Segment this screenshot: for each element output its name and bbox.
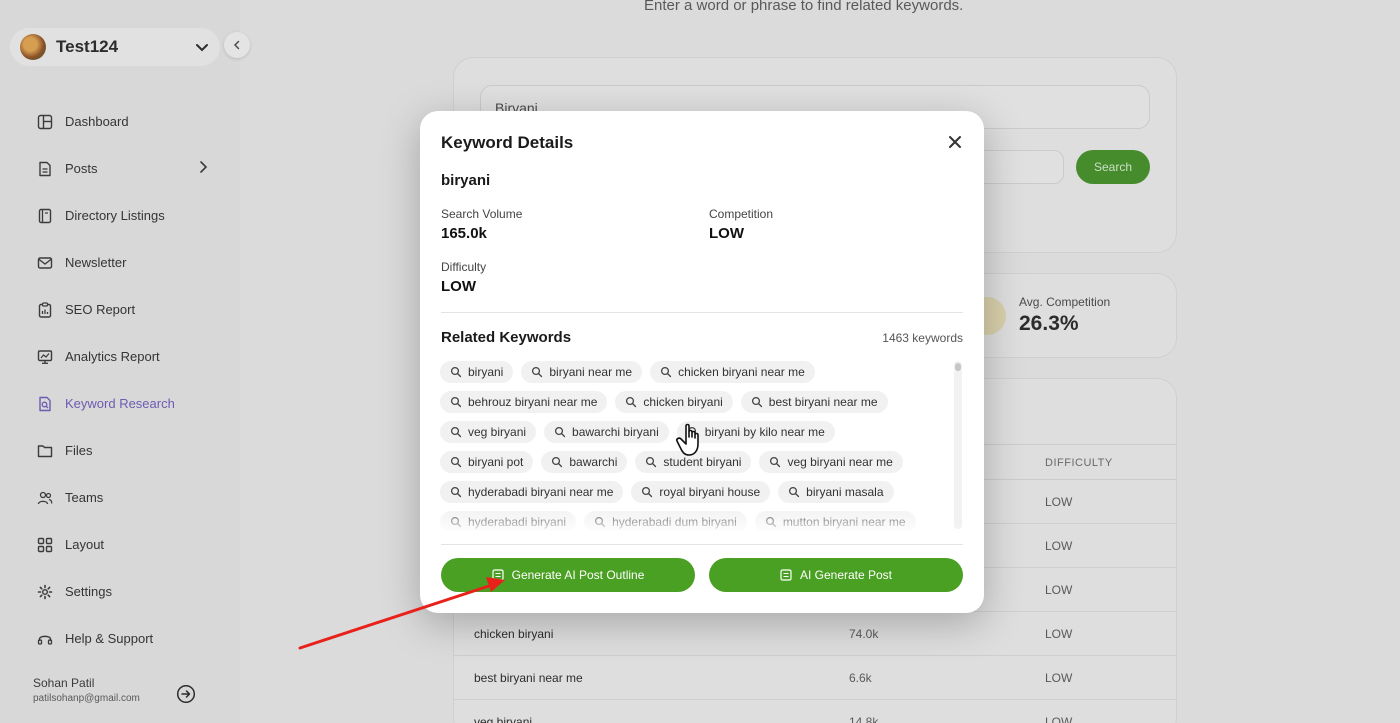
search-icon <box>450 486 462 498</box>
related-keywords-row: biryani biryani near me chicken biryani ne… <box>440 361 950 383</box>
chip-label: biryani pot <box>468 455 524 469</box>
ai-generate-post-button[interactable]: AI Generate Post <box>709 558 963 592</box>
selected-keyword: biryani <box>441 172 491 189</box>
search-volume-label: Search Volume <box>441 207 523 221</box>
divider <box>441 312 963 313</box>
related-keywords-list: biryani biryani near me chicken biryani ne… <box>440 361 950 531</box>
chip-label: biryani near me <box>549 365 633 379</box>
scrollbar-thumb[interactable] <box>955 363 961 371</box>
related-keywords-row: biryani pot bawarchi student biryani veg bi… <box>440 451 950 473</box>
document-icon <box>780 569 792 581</box>
chip-label: bawarchi <box>569 455 618 469</box>
chip-label: biryani <box>468 365 504 379</box>
related-keyword-chip[interactable]: veg biryani near me <box>759 451 903 473</box>
keyword-details-modal: Keyword Details biryani Search Volume 16… <box>420 111 984 613</box>
search-icon <box>450 516 462 528</box>
document-icon <box>492 569 504 581</box>
chip-label: biryani by kilo near me <box>704 425 825 439</box>
related-keyword-chip[interactable]: veg biryani <box>440 421 537 443</box>
chip-label: biryani masala <box>806 485 884 499</box>
search-icon <box>641 486 653 498</box>
search-icon <box>450 366 462 378</box>
related-keyword-chip[interactable]: hyderabadi dum biryani <box>584 511 747 531</box>
chip-label: student biryani <box>663 455 742 469</box>
related-keyword-chip[interactable]: biryani masala <box>778 481 894 503</box>
search-icon <box>625 396 637 408</box>
chip-label: best biryani near me <box>768 395 878 409</box>
chip-label: hyderabadi biryani <box>468 515 567 529</box>
search-icon <box>687 426 699 438</box>
related-keyword-chip[interactable]: mutton biryani near me <box>754 511 916 531</box>
chip-label: royal biryani house <box>659 485 761 499</box>
related-keyword-chip[interactable]: best biryani near me <box>740 391 888 413</box>
chip-label: mutton biryani near me <box>782 515 906 529</box>
chip-label: hyderabadi dum biryani <box>612 515 737 529</box>
related-keywords-row: veg biryani bawarchi biryani biryani by ki… <box>440 421 950 443</box>
search-icon <box>594 516 606 528</box>
button-label: AI Generate Post <box>799 568 893 582</box>
search-icon <box>554 426 566 438</box>
related-keyword-chip[interactable]: chicken biryani <box>615 391 733 413</box>
chip-label: chicken biryani near me <box>678 365 805 379</box>
chip-label: veg biryani <box>468 425 527 439</box>
related-keyword-chip[interactable]: behrouz biryani near me <box>440 391 608 413</box>
chip-label: hyderabadi biryani near me <box>468 485 614 499</box>
related-keywords-scrollbar[interactable] <box>954 361 962 529</box>
related-keyword-chip[interactable]: biryani near me <box>521 361 643 383</box>
search-icon <box>645 456 657 468</box>
generate-ai-post-outline-button[interactable]: Generate AI Post Outline <box>441 558 695 592</box>
search-icon <box>450 456 462 468</box>
related-keywords-row: hyderabadi biryani hyderabadi dum biryani… <box>440 511 950 531</box>
related-keywords-row: hyderabadi biryani near me royal biryani … <box>440 481 950 503</box>
difficulty-label: Difficulty <box>441 260 487 274</box>
related-keywords-title: Related Keywords <box>441 329 572 346</box>
related-keyword-chip[interactable]: hyderabadi biryani near me <box>440 481 624 503</box>
search-icon <box>788 486 800 498</box>
modal-title: Keyword Details <box>441 133 574 152</box>
chip-label: behrouz biryani near me <box>468 395 598 409</box>
related-keyword-chip[interactable]: biryani <box>440 361 514 383</box>
related-keyword-chip[interactable]: chicken biryani near me <box>650 361 815 383</box>
search-icon <box>769 456 781 468</box>
related-keyword-chip[interactable]: student biryani <box>635 451 752 473</box>
close-icon[interactable] <box>946 133 964 151</box>
search-icon <box>450 396 462 408</box>
divider <box>441 544 963 545</box>
search-icon <box>551 456 563 468</box>
related-keyword-chip[interactable]: biryani pot <box>440 451 534 473</box>
competition-value: LOW <box>709 225 744 242</box>
related-keyword-chip[interactable]: bawarchi biryani <box>544 421 669 443</box>
button-label: Generate AI Post Outline <box>511 568 645 582</box>
search-icon <box>751 396 763 408</box>
related-keywords-row: behrouz biryani near me chicken biryani be… <box>440 391 950 413</box>
search-volume-value: 165.0k <box>441 225 487 242</box>
related-keyword-chip[interactable]: bawarchi <box>541 451 628 473</box>
search-icon <box>765 516 777 528</box>
search-icon <box>450 426 462 438</box>
search-icon <box>531 366 543 378</box>
competition-label: Competition <box>709 207 774 221</box>
chip-label: chicken biryani <box>643 395 723 409</box>
search-icon <box>660 366 672 378</box>
chip-label: bawarchi biryani <box>572 425 659 439</box>
related-keyword-chip[interactable]: biryani by kilo near me <box>676 421 835 443</box>
related-keywords-count: 1463 keywords <box>882 331 963 345</box>
related-keyword-chip[interactable]: royal biryani house <box>631 481 771 503</box>
difficulty-value: LOW <box>441 278 476 295</box>
related-keyword-chip[interactable]: hyderabadi biryani <box>440 511 577 531</box>
chip-label: veg biryani near me <box>787 455 893 469</box>
